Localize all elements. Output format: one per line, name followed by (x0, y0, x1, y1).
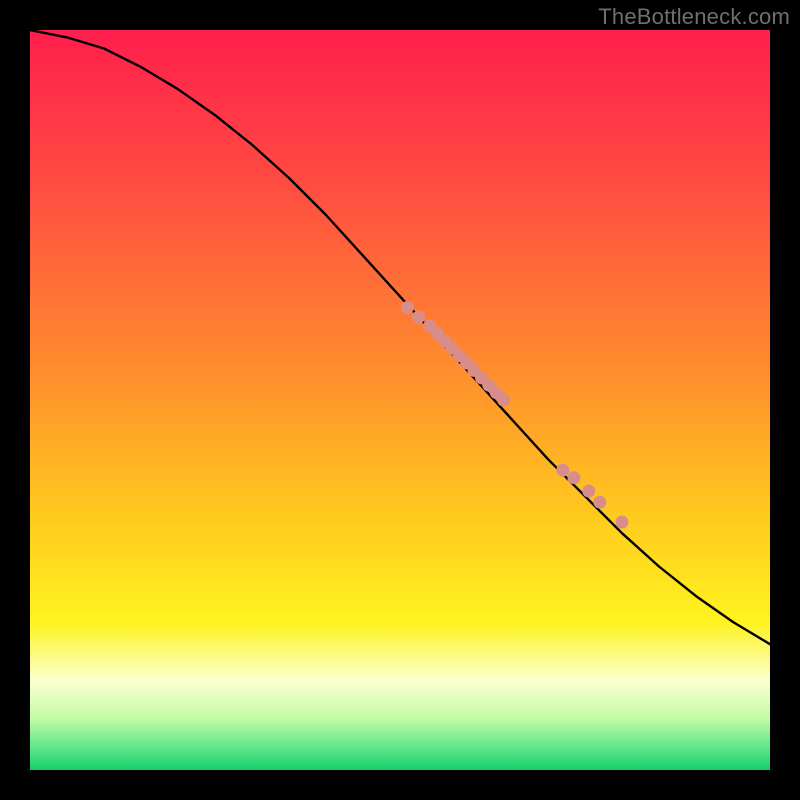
gradient-background (30, 30, 770, 770)
data-point (593, 496, 606, 509)
data-point (616, 516, 629, 529)
attribution-label: TheBottleneck.com (598, 4, 790, 30)
plot-area (30, 30, 770, 770)
chart-svg (30, 30, 770, 770)
data-point (412, 311, 425, 324)
outer-frame: TheBottleneck.com (0, 0, 800, 800)
data-point (556, 464, 569, 477)
data-point (582, 485, 595, 498)
data-point (401, 301, 414, 314)
data-point (567, 471, 580, 484)
data-point (497, 394, 510, 407)
